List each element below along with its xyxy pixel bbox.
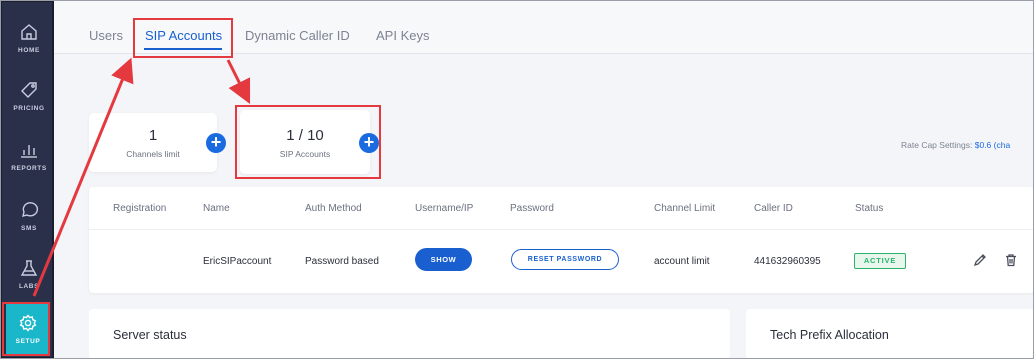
sidebar-item-reports[interactable]: REPORTS	[2, 128, 56, 184]
tag-icon	[21, 82, 37, 98]
tab-dynamic-caller-id[interactable]: Dynamic Caller ID	[245, 28, 350, 43]
show-username-button[interactable]: SHOW	[415, 248, 472, 271]
sidebar-item-sms[interactable]: SMS	[2, 188, 56, 244]
sidebar-item-label: LABS	[18, 283, 40, 290]
column-header-name: Name	[203, 203, 230, 214]
annotation-highlight-setup	[2, 302, 50, 356]
server-status-panel: Server status	[89, 309, 730, 359]
sidebar-item-label: SMS	[21, 225, 37, 232]
column-header-channel-limit: Channel Limit	[654, 203, 716, 214]
server-status-title: Server status	[113, 328, 187, 342]
add-channel-button[interactable]: +	[206, 133, 226, 153]
column-header-status: Status	[855, 203, 884, 214]
column-header-password: Password	[510, 203, 554, 214]
sidebar-item-label: PRICING	[13, 105, 45, 112]
cell-auth-method: Password based	[305, 256, 379, 267]
annotation-highlight-tab	[133, 18, 233, 58]
sidebar-item-home[interactable]: HOME	[2, 10, 56, 66]
tab-api-keys[interactable]: API Keys	[376, 28, 429, 43]
sidebar-item-label: REPORTS	[11, 165, 47, 172]
column-header-registration: Registration	[113, 203, 167, 214]
header-divider	[89, 229, 1034, 230]
home-icon	[21, 24, 37, 40]
channels-limit-card: 1 Channels limit	[89, 113, 217, 172]
tech-prefix-title: Tech Prefix Allocation	[770, 328, 889, 342]
column-header-caller-id: Caller ID	[754, 203, 793, 214]
cell-caller-id: 441632960395	[754, 256, 821, 267]
annotation-highlight-sip-card	[235, 105, 381, 179]
sip-accounts-table: Registration Name Auth Method Username/I…	[89, 187, 1034, 293]
rate-cap-link[interactable]: $0.6 (cha	[975, 140, 1010, 150]
rate-cap-settings: Rate Cap Settings: $0.6 (cha	[901, 140, 1010, 150]
arrow-tab-to-card	[226, 59, 251, 105]
tab-users[interactable]: Users	[89, 28, 123, 43]
column-header-auth-method: Auth Method	[305, 203, 362, 214]
bar-chart-icon	[21, 145, 37, 158]
sidebar-item-pricing[interactable]: PRICING	[2, 68, 56, 124]
reset-password-button[interactable]: RESET PASSWORD	[511, 249, 619, 270]
sidebar-item-label: HOME	[18, 47, 40, 54]
edit-pencil-icon[interactable]	[973, 253, 987, 267]
chat-bubble-icon	[22, 202, 39, 217]
column-header-username-ip: Username/IP	[415, 203, 474, 214]
sidebar-item-labs[interactable]: LABS	[2, 246, 56, 302]
cell-channel-limit: account limit	[654, 256, 710, 267]
rate-cap-label: Rate Cap Settings:	[901, 140, 973, 150]
status-badge: ACTIVE	[854, 253, 906, 269]
trash-icon[interactable]	[1004, 253, 1018, 267]
flask-icon	[20, 260, 38, 276]
cell-name: EricSIPaccount	[203, 256, 272, 267]
channels-limit-value: 1	[148, 127, 158, 144]
tech-prefix-panel: Tech Prefix Allocation	[746, 309, 1034, 359]
channels-limit-label: Channels limit	[126, 149, 180, 159]
